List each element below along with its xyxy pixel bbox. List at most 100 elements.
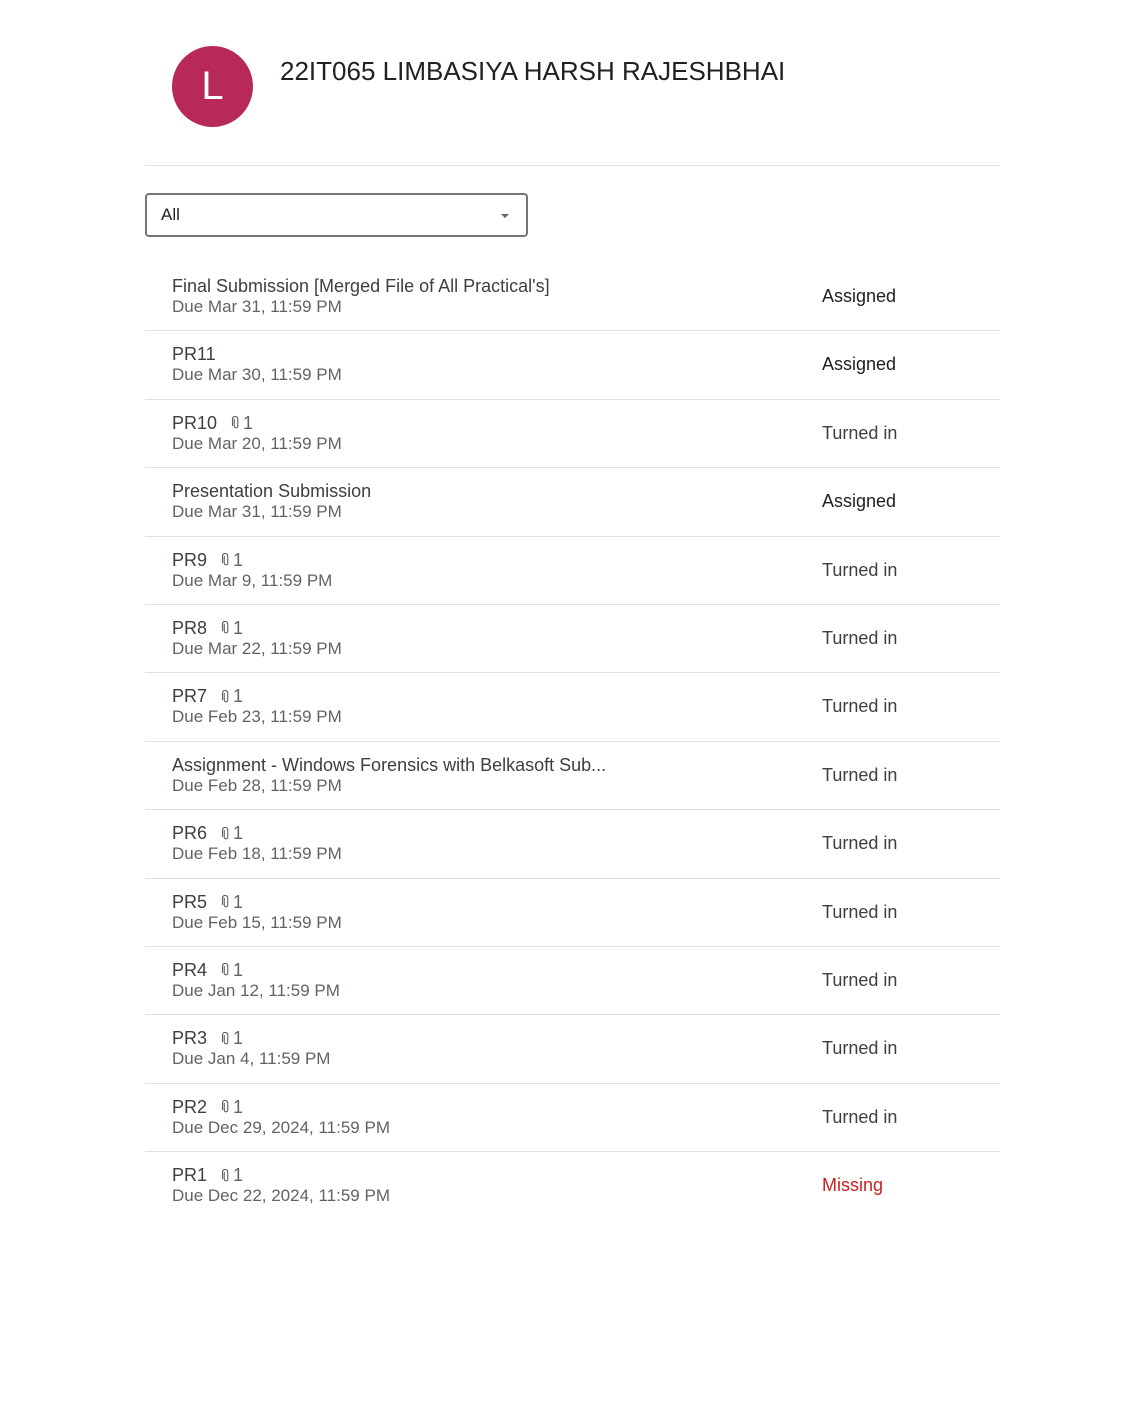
paperclip-icon bbox=[231, 416, 239, 429]
assignment-due-date: Due Dec 29, 2024, 11:59 PM bbox=[172, 1117, 390, 1137]
assignment-title: PR5 bbox=[172, 891, 208, 912]
assignment-status: Turned in bbox=[822, 1106, 898, 1127]
assignment-status: Assigned bbox=[822, 286, 897, 306]
attachment-count: 1 bbox=[233, 959, 244, 980]
attachment-count: 1 bbox=[233, 823, 244, 844]
assignment-row[interactable]: PR7 1 Due Feb 23, 11:59 PM Turned in bbox=[145, 673, 1000, 742]
assignment-title-line: PR11 bbox=[172, 344, 216, 365]
attachment-indicator: 1 bbox=[221, 823, 243, 844]
student-name: 22IT065 LIMBASIYA HARSH RAJESHBHAI bbox=[280, 56, 786, 86]
assignment-title-line: PR1 1 bbox=[172, 1165, 243, 1186]
assignment-due-date: Due Feb 18, 11:59 PM bbox=[172, 844, 342, 864]
attachment-count: 1 bbox=[233, 686, 244, 707]
assignment-status: Assigned bbox=[822, 354, 897, 375]
assignment-title-line: PR7 1 bbox=[172, 686, 243, 707]
attachment-count: 1 bbox=[233, 549, 244, 570]
assignment-due-date: Due Jan 12, 11:59 PM bbox=[172, 980, 340, 1000]
assignment-title: PR9 bbox=[172, 549, 208, 570]
assignment-title-line: PR6 1 bbox=[172, 823, 243, 844]
attachment-count: 1 bbox=[233, 1096, 244, 1117]
assignment-row[interactable]: PR8 1 Due Mar 22, 11:59 PM Turned in bbox=[145, 605, 1000, 674]
student-header: L 22IT065 LIMBASIYA HARSH RAJESHBHAI bbox=[145, 0, 1000, 166]
assignment-due-date: Due Feb 28, 11:59 PM bbox=[172, 775, 342, 795]
assignment-title-line: PR9 1 bbox=[172, 550, 243, 571]
assignment-row[interactable]: PR11 Due Mar 30, 11:59 PM Assigned bbox=[145, 331, 1000, 400]
attachment-indicator: 1 bbox=[221, 550, 243, 571]
paperclip-icon bbox=[221, 1100, 229, 1113]
assignment-row[interactable]: Final Submission [Merged File of All Pra… bbox=[145, 263, 1000, 332]
assignment-row[interactable]: PR4 1 Due Jan 12, 11:59 PM Turned in bbox=[145, 947, 1000, 1016]
paperclip-icon bbox=[221, 553, 229, 566]
assignment-title: PR10 bbox=[172, 412, 218, 433]
assignment-title-line: PR8 1 bbox=[172, 618, 243, 639]
assignment-title: PR8 bbox=[172, 617, 208, 638]
assignment-row[interactable]: PR1 1 Due Dec 22, 2024, 11:59 PM Missing bbox=[145, 1152, 1000, 1220]
assignment-row[interactable]: PR2 1 Due Dec 29, 2024, 11:59 PM Turned in bbox=[145, 1084, 1000, 1153]
assignment-status: Turned in bbox=[822, 559, 898, 580]
attachment-count: 1 bbox=[233, 1165, 244, 1186]
attachment-indicator: 1 bbox=[231, 413, 253, 434]
assignment-title: Final Submission [Merged File of All Pra… bbox=[172, 276, 550, 296]
attachment-indicator: 1 bbox=[221, 1097, 243, 1118]
avatar: L bbox=[172, 46, 253, 127]
assignment-title-line: PR3 1 bbox=[172, 1028, 243, 1049]
assignment-due-date: Due Jan 4, 11:59 PM bbox=[172, 1049, 331, 1069]
assignment-status: Turned in bbox=[822, 696, 898, 717]
assignment-title-line: Final Submission [Merged File of All Pra… bbox=[172, 276, 550, 297]
assignment-title: PR6 bbox=[172, 823, 208, 844]
paperclip-icon bbox=[221, 963, 229, 976]
attachment-count: 1 bbox=[233, 617, 244, 638]
dropdown-arrow-icon bbox=[501, 214, 509, 218]
assignment-status: Turned in bbox=[822, 901, 898, 922]
assignment-due-date: Due Feb 15, 11:59 PM bbox=[172, 912, 342, 932]
attachment-count: 1 bbox=[233, 1028, 244, 1049]
assignment-title: PR3 bbox=[172, 1028, 208, 1049]
assignment-title-line: PR10 1 bbox=[172, 413, 253, 434]
assignment-title: Presentation Submission bbox=[172, 481, 372, 502]
paperclip-icon bbox=[221, 1168, 229, 1181]
status-filter-dropdown[interactable]: All bbox=[145, 193, 528, 237]
assignment-title: PR4 bbox=[172, 959, 208, 980]
assignment-row[interactable]: PR10 1 Due Mar 20, 11:59 PM Turned in bbox=[145, 400, 1000, 469]
assignment-status: Missing bbox=[822, 1175, 884, 1196]
assignment-row[interactable]: PR3 1 Due Jan 4, 11:59 PM Turned in bbox=[145, 1015, 1000, 1084]
assignment-due-date: Due Mar 31, 11:59 PM bbox=[172, 502, 342, 522]
assignment-title: PR1 bbox=[172, 1165, 208, 1186]
assignment-title: PR2 bbox=[172, 1096, 208, 1117]
assignment-status: Turned in bbox=[822, 969, 898, 990]
assignment-title: PR11 bbox=[172, 344, 216, 365]
paperclip-icon bbox=[221, 621, 229, 634]
assignment-row[interactable]: PR5 1 Due Feb 15, 11:59 PM Turned in bbox=[145, 879, 1000, 947]
assignment-due-date: Due Feb 23, 11:59 PM bbox=[172, 707, 342, 727]
assignment-status: Turned in bbox=[822, 764, 898, 785]
assignment-row[interactable]: Assignment - Windows Forensics with Belk… bbox=[145, 742, 1000, 811]
attachment-indicator: 1 bbox=[221, 618, 243, 639]
assignment-row[interactable]: Presentation Submission Due Mar 31, 11:59… bbox=[145, 468, 1000, 537]
assignment-due-date: Due Mar 9, 11:59 PM bbox=[172, 570, 333, 590]
assignment-row[interactable]: PR6 1 Due Feb 18, 11:59 PM Turned in bbox=[145, 810, 1000, 879]
assignment-status: Turned in bbox=[822, 833, 898, 854]
paperclip-icon bbox=[221, 826, 229, 839]
assignment-title-line: PR5 1 bbox=[172, 892, 243, 913]
assignment-list: Final Submission [Merged File of All Pra… bbox=[145, 263, 1000, 1220]
assignment-status: Turned in bbox=[822, 422, 898, 443]
assignment-title-line: Assignment - Windows Forensics with Belk… bbox=[172, 755, 606, 776]
assignment-status: Turned in bbox=[822, 1038, 898, 1059]
assignment-title-line: PR4 1 bbox=[172, 960, 243, 981]
attachment-indicator: 1 bbox=[221, 686, 243, 707]
assignment-row[interactable]: PR9 1 Due Mar 9, 11:59 PM Turned in bbox=[145, 537, 1000, 605]
paperclip-icon bbox=[221, 895, 229, 908]
attachment-count: 1 bbox=[243, 412, 254, 433]
assignment-status: Turned in bbox=[822, 627, 898, 648]
attachment-count: 1 bbox=[233, 891, 244, 912]
assignment-due-date: Due Dec 22, 2024, 11:59 PM bbox=[172, 1186, 390, 1206]
paperclip-icon bbox=[221, 689, 229, 703]
paperclip-icon bbox=[221, 1031, 229, 1045]
assignment-status: Assigned bbox=[822, 491, 897, 512]
assignment-title-line: Presentation Submission bbox=[172, 481, 371, 502]
assignment-due-date: Due Mar 20, 11:59 PM bbox=[172, 433, 342, 453]
assignment-title: Assignment - Windows Forensics with Belk… bbox=[172, 754, 607, 775]
assignment-due-date: Due Mar 22, 11:59 PM bbox=[172, 638, 342, 658]
assignment-title-line: PR2 1 bbox=[172, 1097, 243, 1118]
assignment-due-date: Due Mar 30, 11:59 PM bbox=[172, 365, 342, 385]
